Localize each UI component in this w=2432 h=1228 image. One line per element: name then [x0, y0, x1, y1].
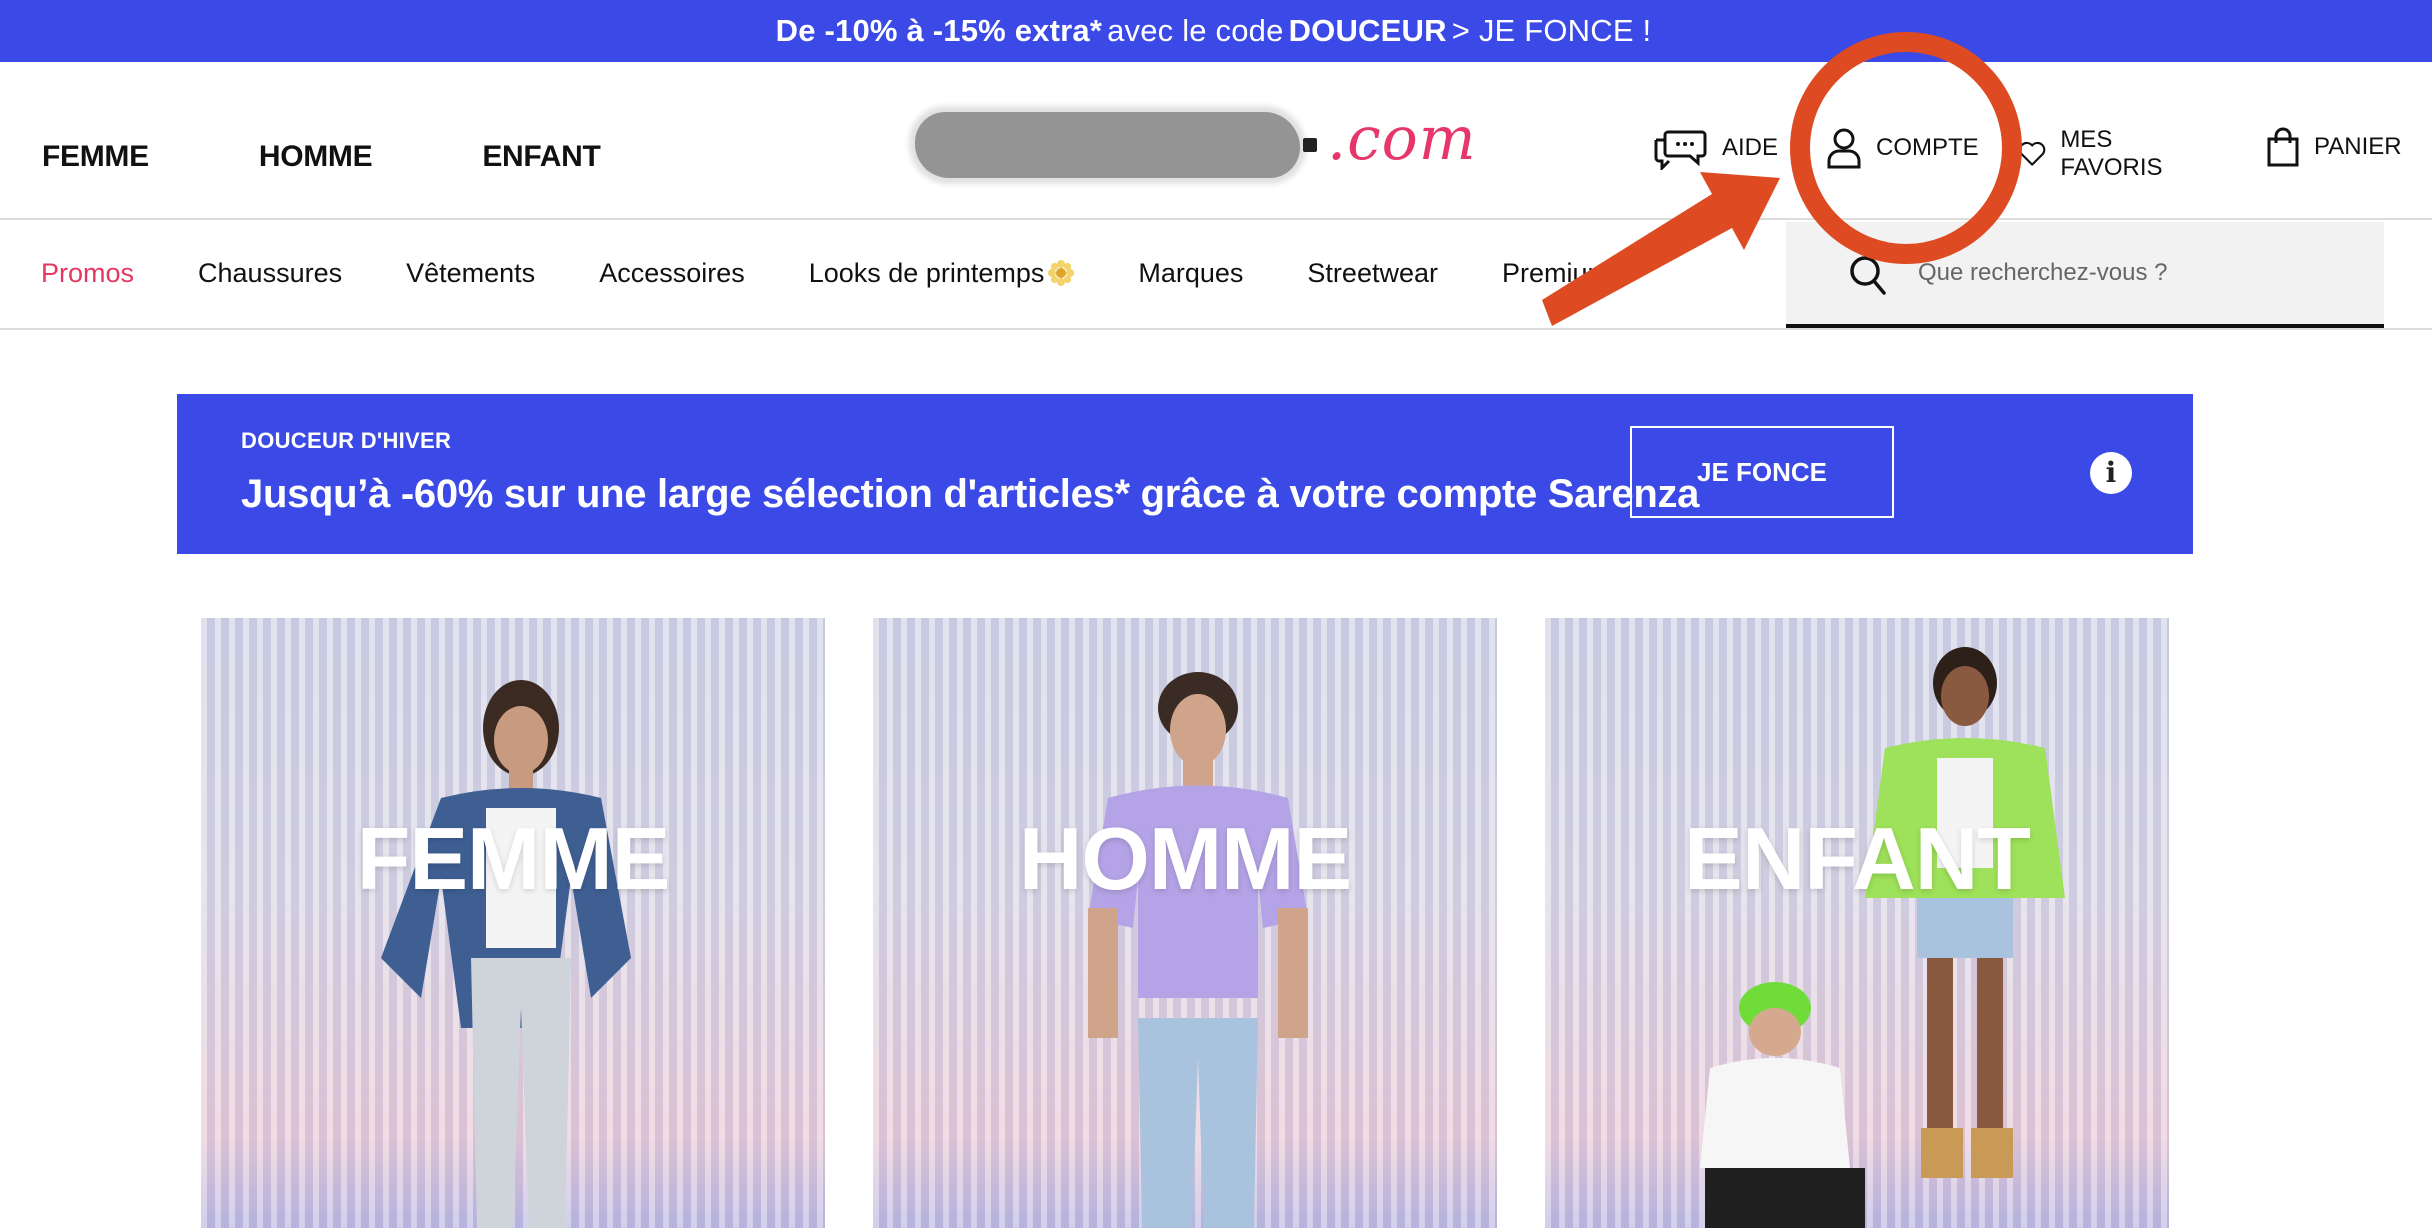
- favorites-link[interactable]: MES FAVORIS: [2018, 126, 2174, 182]
- top-banner-cta: > JE FONCE !: [1451, 13, 1652, 48]
- category-streetwear[interactable]: Streetwear: [1307, 258, 1438, 289]
- category-looks-label: Looks de printemps: [808, 258, 1045, 288]
- cart-label: PANIER: [2314, 133, 2402, 160]
- heart-icon: [2019, 141, 2046, 166]
- woman-model-image: [381, 680, 631, 1228]
- logo-redacted-area: [915, 112, 1300, 178]
- promo-headline: Jusqu’à -60% sur une large sélection d'a…: [241, 472, 1700, 516]
- logo-suffix: .com: [1327, 104, 1477, 174]
- card-enfant[interactable]: ENFANT: [1545, 618, 2169, 1228]
- favorites-label: MES FAVORIS: [2060, 126, 2163, 181]
- category-accessoires[interactable]: Accessoires: [599, 258, 745, 289]
- search-icon[interactable]: [1848, 254, 1888, 298]
- info-icon[interactable]: i: [2090, 452, 2132, 494]
- man-model-image: [1088, 672, 1308, 1228]
- help-label: AIDE: [1722, 134, 1779, 161]
- search-input[interactable]: [1916, 252, 2360, 294]
- top-banner-text: avec le code: [1107, 13, 1284, 48]
- logo-dot: [1303, 138, 1317, 152]
- card-title-femme: FEMME: [356, 809, 671, 908]
- promo-eyebrow: DOUCEUR D'HIVER: [241, 428, 452, 453]
- category-promos[interactable]: Promos: [41, 258, 134, 289]
- category-chaussures[interactable]: Chaussures: [198, 258, 342, 289]
- nav-homme[interactable]: HOMME: [259, 140, 373, 174]
- card-title-enfant: ENFANT: [1684, 809, 2031, 908]
- promo-banner: DOUCEUR D'HIVER Jusqu’à -60% sur une lar…: [177, 394, 2193, 554]
- children-models-image: [1700, 647, 2065, 1228]
- top-banner-code: DOUCEUR: [1288, 13, 1447, 48]
- user-icon: [1827, 128, 1861, 169]
- cart-link[interactable]: PANIER: [2266, 126, 2402, 168]
- top-promo-banner[interactable]: De -10% à -15% extra* avec le code DOUCE…: [0, 0, 2432, 62]
- card-femme[interactable]: FEMME: [201, 618, 825, 1228]
- account-link[interactable]: COMPTE: [1826, 126, 1979, 170]
- category-looks-printemps[interactable]: Looks de printemps: [809, 258, 1075, 289]
- site-logo[interactable]: .com: [905, 102, 1476, 194]
- chat-bubbles-icon: [1654, 130, 1707, 170]
- top-banner-discount: De -10% à -15% extra*: [775, 13, 1103, 48]
- account-label: COMPTE: [1876, 134, 1979, 161]
- card-homme[interactable]: HOMME: [873, 618, 1497, 1228]
- site-header: FEMME HOMME ENFANT .com AIDE COMPTE MES …: [0, 62, 2432, 220]
- nav-enfant[interactable]: ENFANT: [482, 140, 601, 174]
- help-link[interactable]: AIDE: [1652, 126, 1778, 170]
- category-premium[interactable]: Premium: [1502, 258, 1610, 289]
- category-nav: Promos Chaussures Vêtements Accessoires …: [41, 258, 1674, 289]
- je-fonce-button[interactable]: JE FONCE: [1630, 426, 1894, 518]
- nav-femme[interactable]: FEMME: [42, 140, 149, 174]
- category-marques[interactable]: Marques: [1138, 258, 1243, 289]
- shopping-bag-icon: [2267, 127, 2299, 167]
- category-vetements[interactable]: Vêtements: [406, 258, 535, 289]
- flower-icon: [1048, 260, 1075, 286]
- gender-nav: FEMME HOMME ENFANT: [42, 140, 601, 174]
- card-title-homme: HOMME: [1018, 809, 1352, 908]
- search-box: [1786, 222, 2384, 328]
